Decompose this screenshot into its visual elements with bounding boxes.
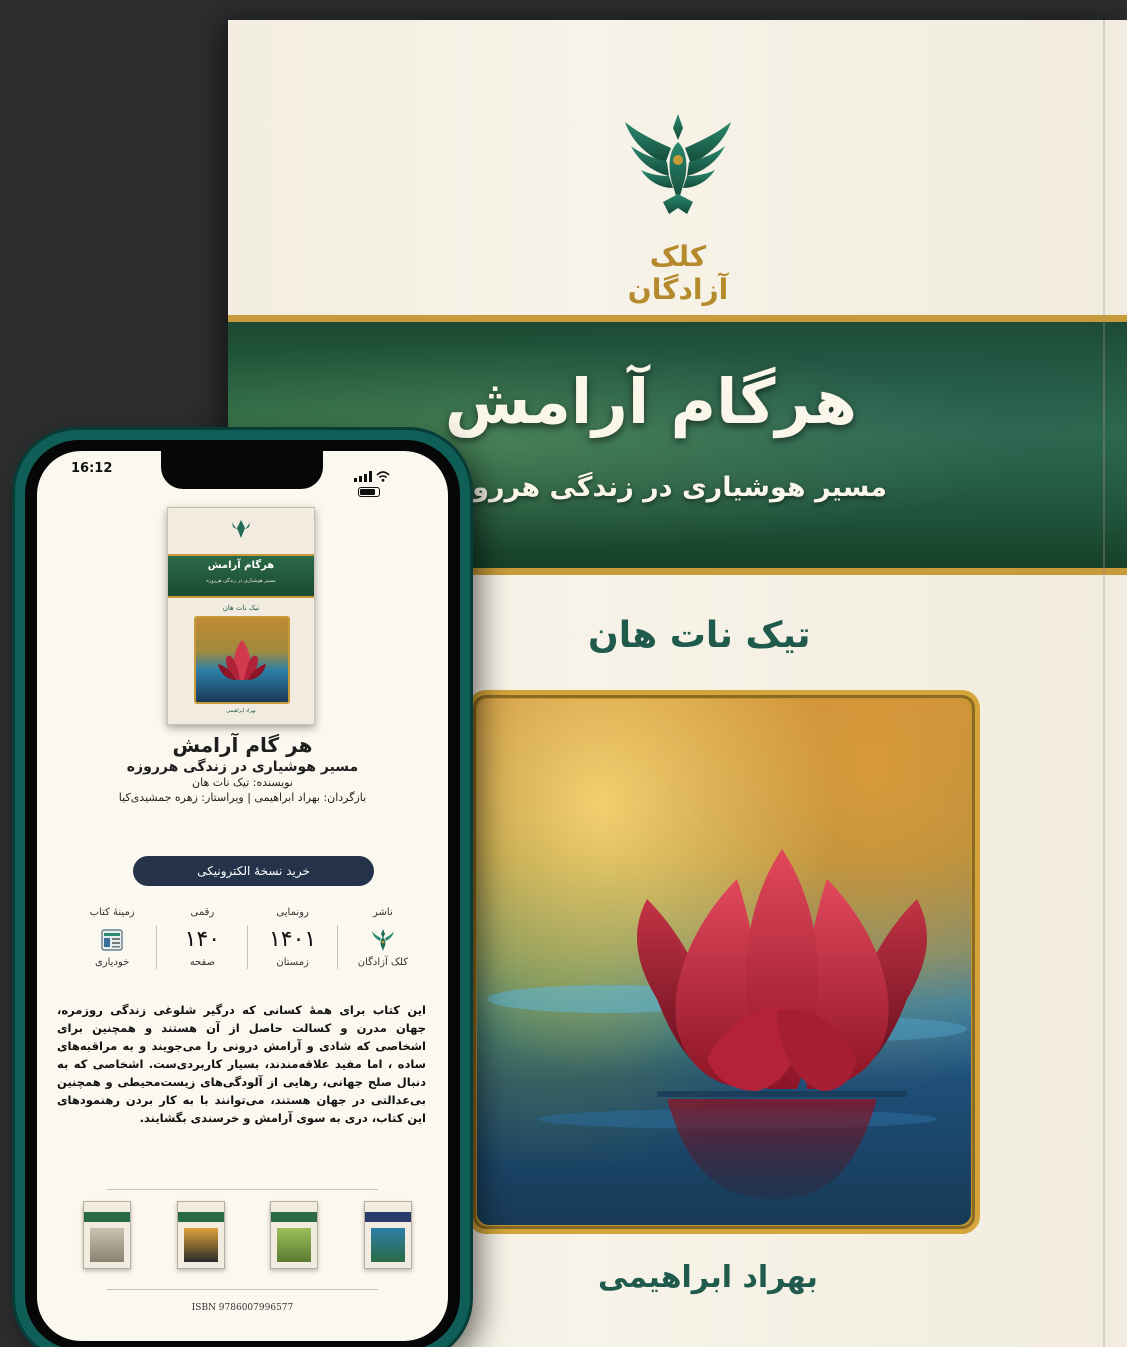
mini-title: هرگام آرامش (207, 560, 275, 571)
author-name: تیک نات هان (588, 615, 811, 656)
cover-photo-frame (468, 690, 980, 1234)
related-books (83, 1201, 412, 1273)
stat-label: رقمی (190, 907, 215, 918)
mini-lotus-photo (194, 616, 290, 704)
mini-lotus-icon (218, 640, 266, 680)
related-book-band (84, 1212, 131, 1222)
stat-label: زمینهٔ کتاب (89, 907, 135, 918)
stat-value: ۱۴۰ (184, 927, 221, 952)
publisher-logo: کلک آزادگان (598, 110, 758, 306)
phone-mockup: 16:12 هرگام آرامش مسیر هوشیاری در زندگی … (15, 430, 470, 1347)
stat-footer: کلک آزادگان (357, 957, 408, 968)
mini-logo-icon (232, 520, 250, 538)
related-book-image (90, 1228, 125, 1262)
translator-name: بهراد ابراهیمی (598, 1260, 818, 1295)
book-description: این کتاب برای همهٔ کسانی که درگیر شلوغی … (57, 1003, 426, 1125)
stat-footer: خودیاری (94, 957, 130, 968)
stat-publisher: ناشر کلک آزادگان (338, 907, 428, 989)
book-title: هرگام آرامش (444, 365, 857, 438)
mini-subtitle: مسیر هوشیاری در زندگی هرروزه (206, 578, 276, 584)
related-book-band (365, 1212, 411, 1222)
book-subtitle: مسیر هوشیاری در زندگی هرروزه (440, 472, 887, 503)
isbn: ISBN 9786007996577 (191, 1303, 294, 1313)
book-info-title: هر گام آرامش (172, 733, 313, 757)
book-stats: ناشر کلک آزادگان رونمایی ۱۴۰۱ زمستان رقم… (67, 907, 428, 989)
battery-icon (358, 486, 380, 497)
book-info-credits: بازگردان: بهراد ابراهیمی | ویراستار: زهر… (118, 791, 367, 804)
stat-footer: زمستان (276, 957, 309, 968)
related-book[interactable] (270, 1201, 319, 1269)
stat-value: ۱۴۰۱ (268, 927, 317, 952)
buy-ebook-button[interactable]: خرید نسخهٔ الکترونیکی (133, 856, 374, 886)
stat-label: رونمایی (276, 907, 309, 918)
mini-author: تیک نات هان (222, 604, 260, 612)
wifi-icon (376, 467, 390, 482)
stat-footer: صفحه (189, 957, 216, 968)
signal-icon (354, 467, 372, 482)
status-time: 16:12 (71, 461, 113, 476)
stat-value (338, 923, 428, 957)
mini-translator: بهراد ابراهیمی (226, 708, 256, 714)
bird-logo-icon (625, 114, 731, 214)
related-book-image (277, 1228, 312, 1262)
status-icons (354, 462, 414, 497)
related-book[interactable] (364, 1201, 412, 1269)
related-book[interactable] (176, 1201, 225, 1269)
book-info-author: نویسنده: تیک نات هان (192, 776, 293, 789)
related-book-image (183, 1228, 218, 1262)
phone-notch (161, 451, 323, 489)
stat-category: زمینهٔ کتاب خودیاری (67, 907, 158, 989)
lotus-flower-icon (487, 849, 967, 1199)
lotus-photo (477, 699, 971, 1225)
book-thumbnail[interactable]: هرگام آرامش مسیر هوشیاری در زندگی هرروزه… (167, 507, 315, 725)
related-book-band (177, 1212, 224, 1222)
related-book[interactable] (83, 1201, 132, 1269)
stat-release: رونمایی ۱۴۰۱ زمستان (248, 907, 339, 989)
category-icon (101, 929, 123, 951)
divider (107, 1189, 378, 1190)
divider (107, 1289, 378, 1290)
related-book-band (271, 1212, 318, 1222)
stat-pages: رقمی ۱۴۰ صفحه (157, 907, 248, 989)
phone-screen: 16:12 هرگام آرامش مسیر هوشیاری در زندگی … (37, 451, 448, 1341)
publisher-logo-icon (371, 929, 394, 951)
book-info-subtitle: مسیر هوشیاری در زندگی هرروزه (126, 759, 359, 775)
book-info: هر گام آرامش مسیر هوشیاری در زندگی هرروز… (57, 733, 428, 804)
stat-value (67, 923, 157, 957)
stat-label: ناشر (373, 907, 393, 918)
related-book-image (371, 1228, 405, 1262)
publisher-name: کلک آزادگان (627, 240, 729, 306)
